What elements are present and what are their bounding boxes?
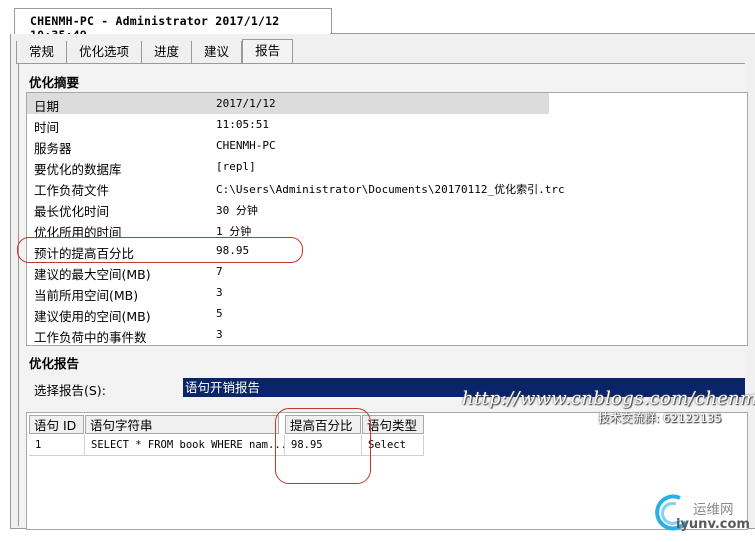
summary-grid[interactable]: 日期 2017/1/12 时间 11:05:51 服务器 CHENMH-PC 要… <box>26 92 748 346</box>
tab-general[interactable]: 常规 <box>16 41 68 63</box>
column-header-statement-type[interactable]: 语句类型 <box>362 415 424 434</box>
summary-row[interactable]: 服务器 CHENMH-PC <box>27 135 747 156</box>
summary-value: 2017/1/12 <box>216 97 276 110</box>
summary-row[interactable]: 工作负荷中的事件数 3 <box>27 324 747 345</box>
annotation-circle-summary <box>17 237 303 263</box>
summary-row[interactable]: 要优化的数据库 [repl] <box>27 156 747 177</box>
summary-value: 5 <box>216 307 223 320</box>
select-report-label: 选择报告(S): <box>34 383 106 398</box>
tab-progress[interactable]: 进度 <box>142 41 193 63</box>
summary-row[interactable]: 建议的最大空间(MB) 7 <box>27 261 747 282</box>
summary-label: 工作负荷中的事件数 <box>34 330 147 345</box>
statement-grid[interactable]: 语句 ID 语句字符串 提高百分比 语句类型 1 SELECT * FROM b… <box>26 412 748 530</box>
summary-label: 服务器 <box>34 141 72 156</box>
cell-statement-id[interactable]: 1 <box>29 435 85 456</box>
site-logo-domain: iyunv.com <box>676 517 750 532</box>
column-header-statement-id[interactable]: 语句 ID <box>29 415 84 434</box>
summary-label: 日期 <box>34 99 60 114</box>
summary-row[interactable]: 建议使用的空间(MB) 5 <box>27 303 747 324</box>
summary-row[interactable]: 日期 2017/1/12 <box>27 93 549 114</box>
cell-statement-string[interactable]: SELECT * FROM book WHERE nam... <box>85 435 285 456</box>
summary-value: CHENMH-PC <box>216 139 276 152</box>
summary-value: 7 <box>216 265 223 278</box>
tab-tuning-options[interactable]: 优化选项 <box>67 41 143 63</box>
summary-value: 30 分钟 <box>216 204 258 217</box>
summary-label: 要优化的数据库 <box>34 162 122 177</box>
tab-reports[interactable]: 报告 <box>242 39 294 64</box>
summary-label: 建议使用的空间(MB) <box>34 309 151 324</box>
tab-strip: 常规 优化选项 进度 建议 报告 <box>16 39 294 64</box>
summary-label: 最长优化时间 <box>34 204 110 219</box>
summary-label: 当前所用空间(MB) <box>34 288 139 303</box>
report-title: 优化报告 <box>29 356 80 371</box>
watermark-group: 技术交流群: 62122135 <box>598 411 722 425</box>
site-logo-name: 运维网 <box>693 502 734 518</box>
summary-label: 建议的最大空间(MB) <box>34 267 151 282</box>
annotation-circle-improvement <box>275 408 371 484</box>
summary-row[interactable]: 工作负荷文件 C:\Users\Administrator\Documents\… <box>27 177 747 198</box>
summary-title: 优化摘要 <box>29 75 80 90</box>
column-header-statement-string[interactable]: 语句字符串 <box>85 415 279 434</box>
summary-value: 3 <box>216 286 223 299</box>
cell-statement-type[interactable]: Select <box>362 435 424 456</box>
summary-label: 工作负荷文件 <box>34 183 110 198</box>
summary-row[interactable]: 当前所用空间(MB) 3 <box>27 282 747 303</box>
tab-recommendations[interactable]: 建议 <box>192 41 243 63</box>
session-tab[interactable]: CHENMH-PC - Administrator 2017/1/12 10:3… <box>14 8 332 42</box>
summary-label: 时间 <box>34 120 60 135</box>
summary-value: [repl] <box>216 160 256 173</box>
summary-value: 11:05:51 <box>216 118 269 131</box>
summary-value: C:\Users\Administrator\Documents\2017011… <box>216 183 565 196</box>
summary-row[interactable]: 时间 11:05:51 <box>27 114 747 135</box>
summary-row[interactable]: 最长优化时间 30 分钟 <box>27 198 747 219</box>
summary-value: 3 <box>216 328 223 341</box>
watermark-url: http://www.cnblogs.com/chenmh/ <box>462 388 755 409</box>
